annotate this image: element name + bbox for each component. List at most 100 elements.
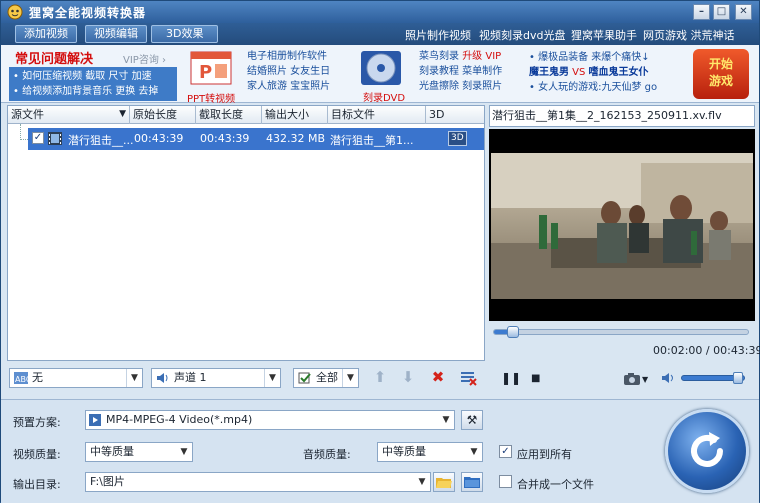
add-video-button[interactable]: 添加视频	[15, 25, 77, 43]
link-burn-dvd[interactable]: 视频刻录dvd光盘	[479, 27, 565, 43]
photo-album-link[interactable]: 电子相册制作软件	[247, 49, 330, 64]
move-up-icon[interactable]: ⬆	[371, 368, 389, 386]
row-source: 潜行狙击__...	[68, 134, 134, 147]
clear-list-icon[interactable]	[459, 369, 477, 387]
upgrade-vip-link[interactable]: 升级 VIP	[462, 51, 501, 62]
burn-dvd-label[interactable]: 刻录DVD	[363, 89, 405, 104]
convert-refresh-icon	[691, 432, 723, 467]
merge-checkbox[interactable]	[499, 475, 512, 488]
preset-settings-button[interactable]: ⚒	[461, 410, 483, 430]
ppt-to-video-icon[interactable]: P	[185, 49, 237, 89]
link-web-game[interactable]: 网页游戏 洪荒神话	[643, 27, 735, 43]
select-all-icon	[298, 372, 311, 384]
output-dir-field[interactable]: F:\图片 ▼	[85, 472, 431, 492]
col-3d[interactable]: 3D	[426, 106, 484, 124]
apply-all-label: 应用到所有	[517, 448, 572, 461]
merge-label: 合并成一个文件	[517, 478, 594, 491]
audio-quality-value: 中等质量	[382, 445, 426, 458]
main-window: 狸窝全能视频转换器 – □ ✕ 添加视频 视频编辑 3D效果 照片制作视频 视频…	[0, 0, 760, 503]
chevron-down-icon: ▼	[264, 369, 280, 387]
video-preview[interactable]	[489, 129, 755, 321]
svg-text:ABC: ABC	[15, 375, 28, 384]
table-row[interactable]: ✓ 潜行狙击__... 00:43:39 00:43:39 432.32 MB …	[28, 128, 484, 150]
col-cut-length[interactable]: 截取长度	[196, 106, 262, 124]
subtitle-select[interactable]: ABC 无 ▼	[9, 368, 143, 388]
apply-all-checkbox[interactable]: ✓	[499, 445, 512, 458]
audio-track-select[interactable]: 声道 1 ▼	[151, 368, 281, 388]
ppt-to-video-label[interactable]: PPT转视频	[187, 90, 235, 105]
wedding-photo-link[interactable]: 结婚照片 女友生日	[247, 64, 330, 79]
settings-panel: 预置方案: MP4-MPEG-4 Video(*.mp4) ▼ ⚒ 视频质量: …	[1, 399, 759, 503]
edit-video-button[interactable]: 视频编辑	[85, 25, 147, 43]
preset-select[interactable]: MP4-MPEG-4 Video(*.mp4) ▼	[85, 410, 455, 430]
volume-knob[interactable]	[732, 372, 743, 384]
game-ad-2-b: 嗜血鬼王女仆	[588, 67, 649, 78]
seek-bar[interactable]	[493, 326, 749, 338]
faq-title: 常见问题解决	[15, 52, 94, 67]
game-ads: • 爆极品装备 来爆个痛快↓ 魔王鬼男 VS 嗜血鬼王女仆 • 女人玩的游戏:九…	[529, 50, 657, 95]
col-output-size[interactable]: 输出大小	[262, 106, 328, 124]
link-photo-to-video[interactable]: 照片制作视频	[405, 27, 471, 43]
col-target-file[interactable]: 目标文件	[328, 106, 426, 124]
preset-value: MP4-MPEG-4 Video(*.mp4)	[106, 413, 253, 426]
audio-quality-label: 音频质量:	[303, 448, 351, 461]
minimize-button[interactable]: –	[693, 4, 710, 20]
volume-icon[interactable]	[661, 371, 677, 385]
title-bar[interactable]: 狸窝全能视频转换器 – □ ✕	[1, 1, 759, 23]
film-icon	[48, 132, 62, 145]
3d-effect-button[interactable]: 3D效果	[151, 25, 219, 43]
col-source[interactable]: 源文件 ▼	[8, 106, 130, 124]
select-mode-select[interactable]: 全部 ▼	[293, 368, 359, 388]
disc-erase-link[interactable]: 光盘擦除 刻录照片	[419, 79, 502, 94]
snapshot-dropdown-icon[interactable]: ▼	[642, 375, 648, 384]
file-list[interactable]: 源文件 ▼ 原始长度 截取长度 输出大小 目标文件 3D ✓ 潜行狙击__... …	[7, 105, 485, 361]
delete-icon[interactable]: ✖	[429, 368, 447, 386]
convert-button[interactable]	[665, 409, 749, 493]
stop-icon[interactable]: ■	[531, 373, 540, 384]
col-source-label: 源文件	[11, 108, 44, 121]
time-separator: /	[702, 344, 714, 357]
snapshot-camera-icon[interactable]	[623, 372, 641, 386]
move-down-icon[interactable]: ⬇	[399, 368, 417, 386]
pause-icon[interactable]: ❚❚	[501, 371, 521, 385]
game-ad-2[interactable]: 魔王鬼男 VS 嗜血鬼王女仆	[529, 65, 657, 80]
faq-link-bgm[interactable]: • 给视频添加背景音乐 更换 去掉	[13, 84, 173, 99]
tree-connector	[20, 124, 28, 140]
video-file-icon	[89, 414, 101, 426]
open-output-folder-button[interactable]	[461, 472, 483, 492]
link-apple-helper[interactable]: 狸窝苹果助手	[571, 27, 637, 43]
row-checkbox[interactable]: ✓	[32, 132, 44, 144]
family-travel-link[interactable]: 家人旅游 宝宝照片	[247, 79, 330, 94]
subtitle-icon: ABC	[14, 372, 28, 384]
time-display: 00:02:00 / 00:43:39	[653, 344, 760, 357]
volume-slider[interactable]	[681, 372, 745, 384]
output-dir-value: F:\图片	[90, 475, 125, 488]
start-game-button[interactable]: 开始 游戏	[693, 49, 749, 99]
maximize-button[interactable]: □	[713, 4, 730, 20]
faq-link-compress[interactable]: • 如何压缩视频 截取 尺寸 加速	[13, 69, 173, 84]
row-output-size: 432.32 MB	[266, 132, 326, 145]
video-frame	[491, 153, 753, 299]
preview-filename: 潜行狙击__第1集__2_162153_250911.xv.flv	[489, 105, 755, 127]
game-ad-1[interactable]: • 爆极品装备 来爆个痛快↓	[529, 50, 657, 65]
audio-quality-select[interactable]: 中等质量 ▼	[377, 442, 483, 462]
video-quality-select[interactable]: 中等质量 ▼	[85, 442, 193, 462]
close-button[interactable]: ✕	[735, 4, 752, 20]
game-ad-3[interactable]: • 女人玩的游戏:九天仙梦 go	[529, 80, 657, 95]
app-logo-icon	[7, 4, 23, 20]
browse-folder-button[interactable]	[433, 472, 455, 492]
burn-tutorial-link[interactable]: 刻录教程 菜单制作	[419, 64, 502, 79]
video-scene-image	[491, 153, 753, 299]
total-time: 00:43:39	[713, 344, 760, 357]
col-original-length[interactable]: 原始长度	[130, 106, 196, 124]
faq-vip-link[interactable]: VIP咨询 ›	[123, 51, 166, 66]
row-3d-badge[interactable]: 3D	[448, 131, 467, 146]
ad-banner: 常见问题解决 VIP咨询 › • 如何压缩视频 截取 尺寸 加速 • 给视频添加…	[1, 45, 759, 105]
output-dir-label: 输出目录:	[13, 478, 61, 491]
burn-dvd-icon[interactable]	[359, 49, 403, 87]
seek-knob[interactable]	[506, 326, 519, 338]
audio-track-value: 声道 1	[174, 371, 207, 384]
speaker-icon	[157, 373, 168, 383]
novice-burn-link[interactable]: 菜鸟刻录	[419, 51, 459, 62]
game-ad-2-vs: VS	[569, 67, 589, 78]
